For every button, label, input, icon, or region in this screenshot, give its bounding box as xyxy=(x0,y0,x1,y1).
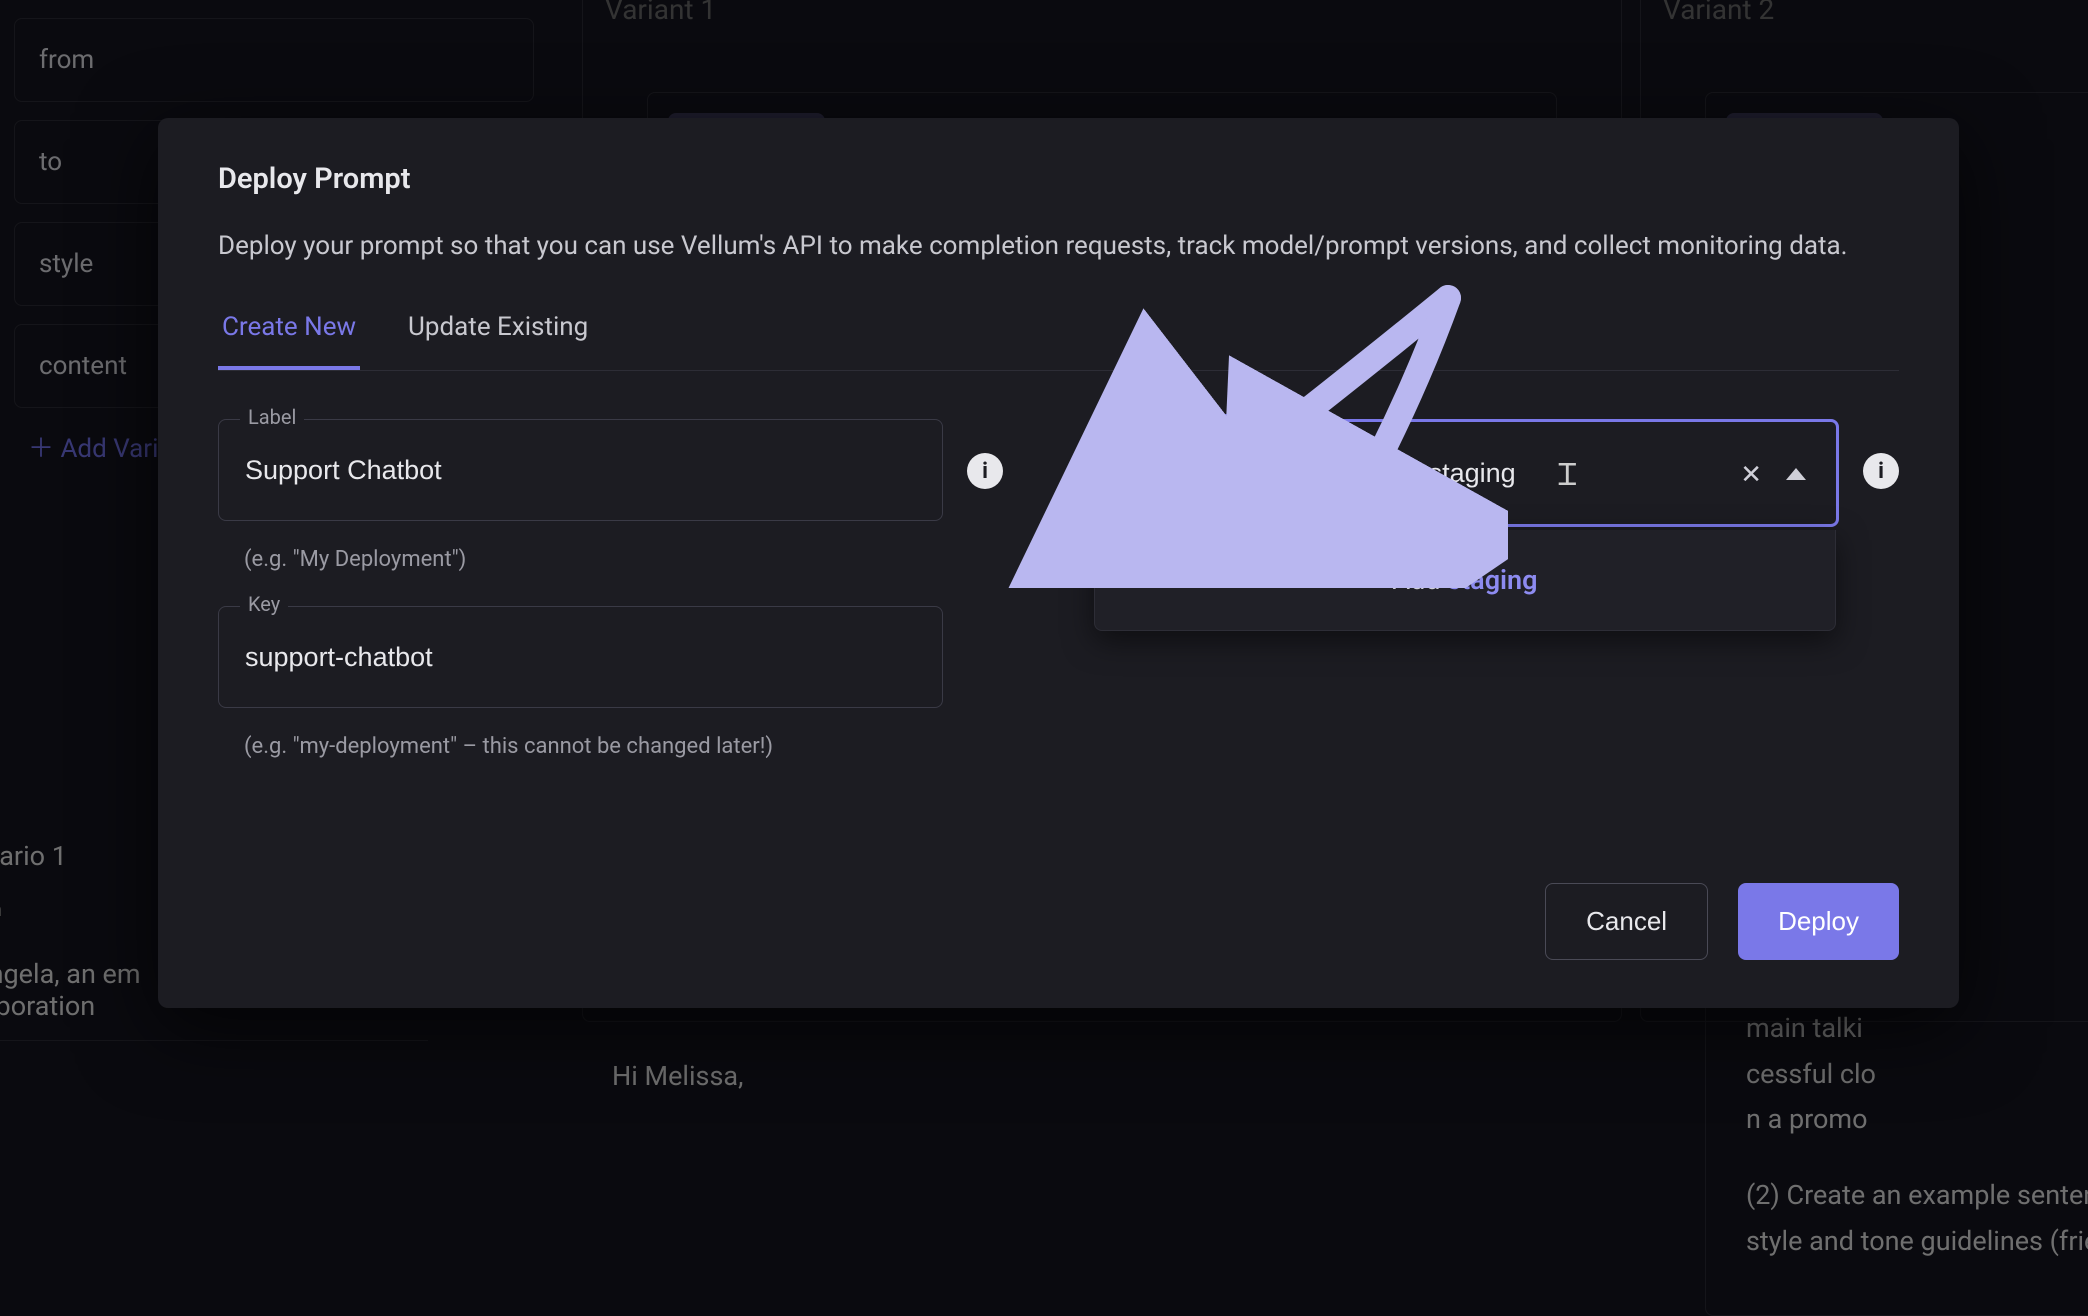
modal-title: Deploy Prompt xyxy=(218,162,1899,196)
right-column: Release Tags LATEST v1.0.0 ✕ Ꮖ ✕ Add sta… xyxy=(1091,419,1839,527)
modal-actions: Cancel Deploy xyxy=(1545,883,1899,960)
tag-label: v1.0.0 xyxy=(1282,459,1347,487)
label-field-wrap: Label xyxy=(218,419,943,521)
tab-label: Create New xyxy=(222,312,356,342)
close-icon: ✕ xyxy=(1740,460,1762,490)
form-row: Label (e.g. "My Deployment") Key (e.g. "… xyxy=(218,419,1899,793)
label-hint: (e.g. "My Deployment") xyxy=(218,533,943,606)
button-label: Cancel xyxy=(1586,906,1667,936)
cancel-button[interactable]: Cancel xyxy=(1545,883,1708,960)
info-icon[interactable]: i xyxy=(967,453,1003,489)
key-field-wrap: Key xyxy=(218,606,943,708)
key-input[interactable] xyxy=(218,606,943,708)
key-hint: (e.g. "my-deployment" – this cannot be c… xyxy=(218,720,943,793)
release-tags-float-label: Release Tags xyxy=(1116,406,1250,430)
clear-tags-button[interactable]: ✕ xyxy=(1740,460,1762,490)
dropdown-add-value[interactable]: staging xyxy=(1447,564,1537,596)
close-icon: ✕ xyxy=(1362,464,1375,483)
tag-remove-button[interactable]: ✕ xyxy=(1357,461,1381,485)
tag-chip-v1[interactable]: v1.0.0 ✕ xyxy=(1258,443,1405,503)
release-tags-input[interactable]: Release Tags LATEST v1.0.0 ✕ Ꮖ ✕ Add sta… xyxy=(1091,419,1839,527)
tab-update-existing[interactable]: Update Existing xyxy=(404,302,592,370)
info-icon[interactable]: i xyxy=(1863,453,1899,489)
deploy-button[interactable]: Deploy xyxy=(1738,883,1899,960)
tag-chip-latest[interactable]: LATEST xyxy=(1114,443,1246,503)
tag-label: LATEST xyxy=(1138,459,1222,487)
prompt-line: style and tone guidelines (friendl xyxy=(1746,1219,2088,1265)
key-float-label: Key xyxy=(240,592,288,616)
label-float-label: Label xyxy=(240,405,304,429)
release-tags-text-input[interactable] xyxy=(1417,458,1783,489)
tab-create-new[interactable]: Create New xyxy=(218,302,360,370)
dropdown-add-prefix: Add xyxy=(1392,564,1447,596)
deploy-prompt-modal: Deploy Prompt Deploy your prompt so that… xyxy=(158,118,1959,1008)
prompt-line: (2) Create an example sentence s xyxy=(1746,1173,2088,1219)
label-input[interactable] xyxy=(218,419,943,521)
modal-tabs: Create New Update Existing xyxy=(218,302,1899,371)
tab-label: Update Existing xyxy=(408,312,588,342)
release-tags-dropdown: Add staging xyxy=(1094,530,1836,631)
modal-description: Deploy your prompt so that you can use V… xyxy=(218,226,1898,266)
button-label: Deploy xyxy=(1778,906,1859,936)
left-column: Label (e.g. "My Deployment") Key (e.g. "… xyxy=(218,419,943,793)
chevron-up-icon[interactable] xyxy=(1786,468,1806,480)
